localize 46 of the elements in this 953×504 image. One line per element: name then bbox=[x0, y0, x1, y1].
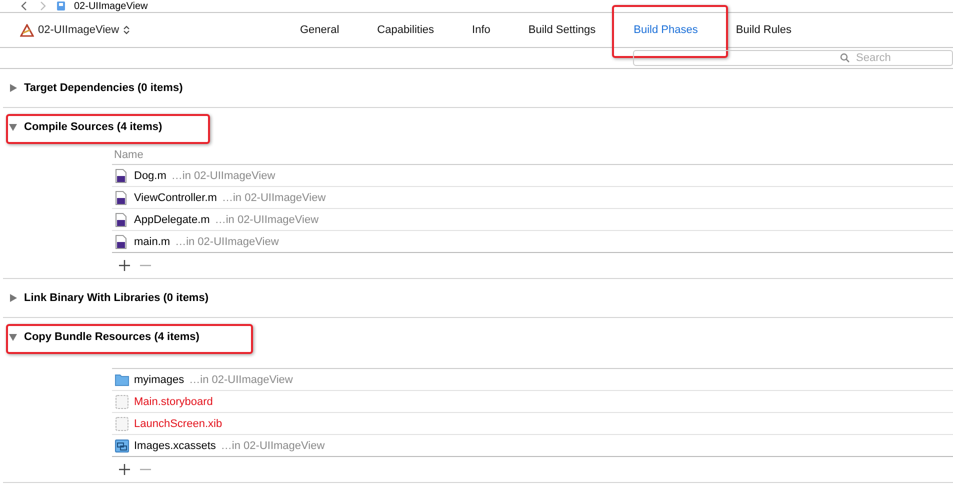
phase-title[interactable]: Link Binary With Libraries (0 items) bbox=[24, 292, 208, 304]
file-name[interactable]: Dog.m bbox=[134, 170, 166, 182]
source-file-icon bbox=[115, 212, 129, 226]
file-name[interactable]: AppDelegate.m bbox=[134, 214, 210, 226]
disclosure-triangle-down-icon[interactable] bbox=[9, 123, 17, 131]
asset-catalog-icon bbox=[115, 438, 129, 452]
phase-title[interactable]: Copy Bundle Resources (4 items) bbox=[24, 331, 200, 343]
tab[interactable]: Capabilities bbox=[367, 18, 444, 42]
add-icon[interactable] bbox=[119, 464, 130, 475]
file-location: …in 02-UIImageView bbox=[189, 374, 293, 386]
file-location: …in 02-UIImageView bbox=[222, 192, 326, 204]
tab[interactable]: Build Settings bbox=[518, 18, 606, 42]
file-location: …in 02-UIImageView bbox=[220, 440, 325, 452]
project-file-icon bbox=[56, 1, 66, 11]
search-field[interactable]: Search bbox=[633, 50, 953, 66]
file-name[interactable]: Main.storyboard bbox=[134, 396, 213, 408]
file-location: …in 02-UIImageView bbox=[175, 236, 279, 248]
tab[interactable]: General bbox=[290, 18, 350, 42]
file-name[interactable]: ViewController.m bbox=[134, 192, 217, 204]
app-target-icon bbox=[20, 24, 34, 36]
tab[interactable]: Build Phases bbox=[624, 18, 708, 42]
source-file-icon bbox=[115, 168, 129, 182]
file-location: …in 02-UIImageView bbox=[171, 170, 276, 182]
phase-title[interactable]: Compile Sources (4 items) bbox=[24, 121, 162, 133]
stepper-chevron-icon bbox=[123, 25, 130, 35]
tab[interactable]: Build Rules bbox=[726, 18, 802, 42]
column-header: Name bbox=[112, 146, 953, 165]
disclosure-triangle-down-icon[interactable] bbox=[9, 333, 17, 341]
file-name[interactable]: main.m bbox=[134, 236, 170, 248]
source-file-icon bbox=[115, 190, 129, 204]
source-file-icon bbox=[115, 234, 129, 248]
disclosure-triangle-right-icon[interactable] bbox=[9, 294, 17, 302]
disclosure-triangle-right-icon[interactable] bbox=[9, 84, 17, 92]
file-name[interactable]: LaunchScreen.xib bbox=[134, 418, 222, 430]
search-icon bbox=[840, 53, 850, 63]
file-name[interactable]: myimages bbox=[134, 374, 184, 386]
folder-icon bbox=[115, 372, 129, 386]
file-location: …in 02-UIImageView bbox=[214, 214, 319, 226]
target-selector[interactable]: 02-UIImageView bbox=[38, 24, 120, 36]
phase-title[interactable]: Target Dependencies (0 items) bbox=[24, 82, 183, 94]
blank-file-icon bbox=[115, 416, 129, 430]
add-icon[interactable] bbox=[119, 260, 130, 271]
file-name[interactable]: Images.xcassets bbox=[134, 440, 216, 452]
blank-file-icon bbox=[115, 394, 129, 408]
breadcrumb-title[interactable]: 02-UIImageView bbox=[74, 0, 148, 12]
tab[interactable]: Info bbox=[462, 18, 500, 42]
